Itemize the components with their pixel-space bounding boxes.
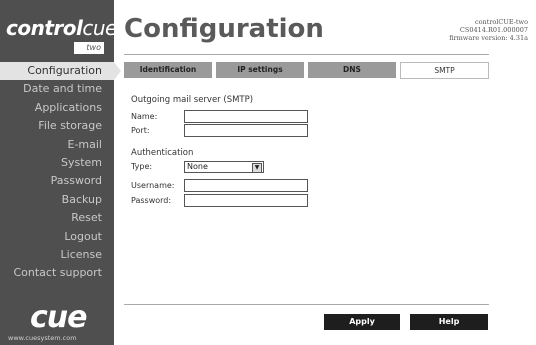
smtp-port-input[interactable]	[184, 124, 308, 137]
tab-bar: Identification IP settings DNS SMTP	[124, 62, 489, 79]
password-label: Password:	[131, 196, 172, 205]
device-name: controlCUE-two	[474, 18, 528, 26]
help-button[interactable]: Help	[410, 314, 488, 330]
footer-divider	[124, 304, 489, 305]
sidebar-item-password[interactable]: Password	[0, 172, 114, 190]
sidebar-nav: Configuration Date and time Applications…	[0, 62, 121, 283]
sidebar-item-date-and-time[interactable]: Date and time	[0, 80, 114, 98]
controlcue-logo: controlcue two	[6, 10, 117, 54]
tab-ip-settings[interactable]: IP settings	[216, 62, 304, 78]
device-serial: CS0414.R01.000007	[459, 26, 528, 34]
page-title: Configuration	[124, 14, 324, 44]
sidebar: controlcue two Configuration Date and ti…	[0, 0, 121, 345]
smtp-name-input[interactable]	[184, 110, 308, 123]
apply-button[interactable]: Apply	[324, 314, 400, 330]
auth-type-value: None	[187, 162, 208, 171]
sidebar-item-email[interactable]: E-mail	[0, 136, 114, 154]
authentication-section-title: Authentication	[131, 148, 194, 158]
cue-brand-logo: cue	[30, 300, 87, 335]
sidebar-item-contact-support[interactable]: Contact support	[0, 264, 114, 282]
port-label: Port:	[131, 126, 150, 135]
chevron-down-icon[interactable]: ▼	[252, 163, 262, 173]
sidebar-item-reset[interactable]: Reset	[0, 209, 114, 227]
tab-identification[interactable]: Identification	[124, 62, 212, 78]
header-divider	[124, 54, 489, 55]
sidebar-item-file-storage[interactable]: File storage	[0, 117, 114, 135]
username-input[interactable]	[184, 179, 308, 192]
tab-dns[interactable]: DNS	[308, 62, 396, 78]
smtp-section-title: Outgoing mail server (SMTP)	[131, 95, 254, 105]
tab-smtp[interactable]: SMTP	[400, 62, 489, 79]
type-label: Type:	[131, 162, 153, 171]
password-input[interactable]	[184, 194, 308, 207]
username-label: Username:	[131, 181, 175, 190]
auth-type-select[interactable]: None ▼	[184, 161, 264, 173]
device-info: controlCUE-two CS0414.R01.000007 firmwar…	[449, 18, 528, 42]
sidebar-item-system[interactable]: System	[0, 154, 114, 172]
sidebar-item-backup[interactable]: Backup	[0, 191, 114, 209]
sidebar-item-logout[interactable]: Logout	[0, 228, 114, 246]
sidebar-item-license[interactable]: License	[0, 246, 114, 264]
firmware-version: firmware version: 4.31a	[449, 34, 528, 42]
logo-text: controlcue	[6, 16, 117, 40]
sidebar-item-configuration[interactable]: Configuration	[0, 62, 121, 81]
name-label: Name:	[131, 112, 158, 121]
sidebar-item-applications[interactable]: Applications	[0, 99, 114, 117]
logo-two-badge: two	[74, 42, 104, 54]
website-url[interactable]: www.cuesystem.com	[8, 334, 77, 342]
